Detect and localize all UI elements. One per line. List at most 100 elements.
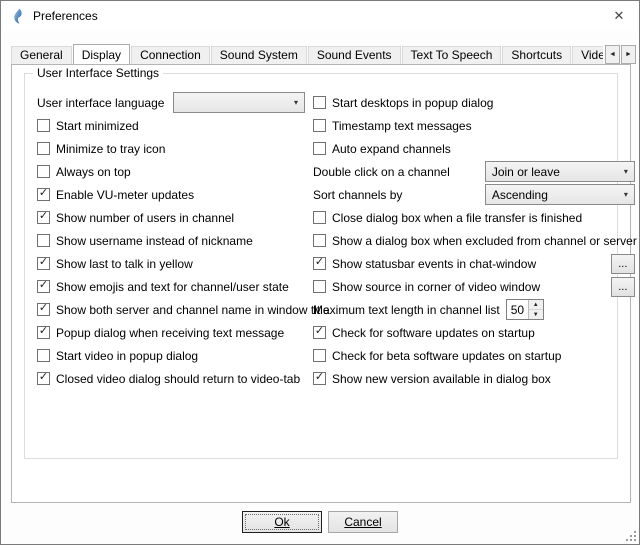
check-icon: ✓ <box>39 326 48 337</box>
check-icon: ✓ <box>315 257 324 268</box>
timestamp-text-messages-label: Timestamp text messages <box>332 119 472 133</box>
tab-scroll-right-icon[interactable]: ► <box>621 45 636 64</box>
window-title: Preferences <box>33 9 98 23</box>
check-for-beta-software-updates-on-startup-row: Check for beta software updates on start… <box>313 344 637 367</box>
show-last-to-talk-in-yellow-checkbox[interactable]: ✓ <box>37 257 50 270</box>
enable-vu-meter-updates-checkbox[interactable]: ✓ <box>37 188 50 201</box>
show-a-dialog-box-when-excluded-from-channel-or-server-label: Show a dialog box when excluded from cha… <box>332 234 637 248</box>
maximum-text-length-in-channel-list-row: Maximum text length in channel list50▲▼ <box>313 298 637 321</box>
tab-sound-system[interactable]: Sound System <box>211 46 307 64</box>
spin-up-icon[interactable]: ▲ <box>529 300 543 310</box>
tab-sound-events[interactable]: Sound Events <box>308 46 401 64</box>
always-on-top-checkbox[interactable] <box>37 165 50 178</box>
display-tab-panel: User Interface Settings User interface l… <box>11 64 631 503</box>
resize-grip[interactable] <box>624 529 637 542</box>
show-source-in-corner-of-video-window-label: Show source in corner of video window <box>332 280 540 294</box>
chevron-down-icon: ▾ <box>619 167 628 176</box>
check-for-software-updates-on-startup-checkbox[interactable]: ✓ <box>313 326 326 339</box>
double-click-on-a-channel-row: Double click on a channel Join or leave▾ <box>313 160 637 183</box>
close-icon[interactable]: ✕ <box>599 1 639 31</box>
start-desktops-in-popup-dialog-label: Start desktops in popup dialog <box>332 96 493 110</box>
show-source-in-corner-of-video-window-more-button[interactable]: ... <box>611 277 635 297</box>
tab-general[interactable]: General <box>11 46 72 64</box>
check-icon: ✓ <box>39 303 48 314</box>
show-source-in-corner-of-video-window-checkbox[interactable] <box>313 280 326 293</box>
double-click-on-a-channel-label: Double click on a channel <box>313 165 450 179</box>
check-icon: ✓ <box>39 257 48 268</box>
user-interface-language-label: User interface language <box>37 96 164 110</box>
always-on-top-label: Always on top <box>56 165 131 179</box>
auto-expand-channels-label: Auto expand channels <box>332 142 451 156</box>
show-username-instead-of-nickname-row: Show username instead of nickname <box>37 229 305 252</box>
check-for-software-updates-on-startup-row: ✓Check for software updates on startup <box>313 321 637 344</box>
popup-dialog-when-receiving-text-message-label: Popup dialog when receiving text message <box>56 326 284 340</box>
tab-text-to-speech[interactable]: Text To Speech <box>402 46 502 64</box>
show-emojis-and-text-for-channel-user-state-checkbox[interactable]: ✓ <box>37 280 50 293</box>
tab-bar: GeneralDisplayConnectionSound SystemSoun… <box>11 44 603 64</box>
cancel-button-label: Cancel <box>344 515 381 529</box>
show-statusbar-events-in-chat-window-more-button[interactable]: ... <box>611 254 635 274</box>
show-number-of-users-in-channel-row: ✓ Show number of users in channel <box>37 206 305 229</box>
check-icon: ✓ <box>315 326 324 337</box>
show-both-server-and-channel-name-in-window-title-checkbox[interactable]: ✓ <box>37 303 50 316</box>
sort-channels-by-combobox[interactable]: Ascending▾ <box>485 184 635 205</box>
check-for-beta-software-updates-on-startup-label: Check for beta software updates on start… <box>332 349 561 363</box>
user-interface-settings-group: User Interface Settings User interface l… <box>24 73 618 459</box>
show-a-dialog-box-when-excluded-from-channel-or-server-row: Show a dialog box when excluded from cha… <box>313 229 637 252</box>
popup-dialog-when-receiving-text-message-checkbox[interactable]: ✓ <box>37 326 50 339</box>
show-both-server-and-channel-name-in-window-title-row: ✓Show both server and channel name in wi… <box>37 298 305 321</box>
minimize-to-tray-icon-checkbox[interactable] <box>37 142 50 155</box>
tab-display[interactable]: Display <box>73 44 130 64</box>
start-video-in-popup-dialog-label: Start video in popup dialog <box>56 349 198 363</box>
show-last-to-talk-in-yellow-label: Show last to talk in yellow <box>56 257 193 271</box>
tab-shortcuts[interactable]: Shortcuts <box>502 46 571 64</box>
show-a-dialog-box-when-excluded-from-channel-or-server-checkbox[interactable] <box>313 234 326 247</box>
start-video-in-popup-dialog-checkbox[interactable] <box>37 349 50 362</box>
maximum-text-length-in-channel-list-spinner[interactable]: 50▲▼ <box>506 299 544 320</box>
combo-selected-value: Ascending <box>492 188 548 202</box>
close-dialog-box-when-a-file-transfer-is-finished-row: Close dialog box when a file transfer is… <box>313 206 637 229</box>
spinner-buttons: ▲▼ <box>528 300 543 319</box>
timestamp-text-messages-checkbox[interactable] <box>313 119 326 132</box>
show-new-version-available-in-dialog-box-checkbox[interactable]: ✓ <box>313 372 326 385</box>
cancel-button[interactable]: Cancel <box>328 511 398 533</box>
tab-connection[interactable]: Connection <box>131 46 210 64</box>
show-number-of-users-in-channel-label: Show number of users in channel <box>56 211 234 225</box>
start-desktops-in-popup-dialog-row: Start desktops in popup dialog <box>313 91 637 114</box>
closed-video-dialog-should-return-to-video-tab-checkbox[interactable]: ✓ <box>37 372 50 385</box>
tab-video[interactable]: Video <box>572 46 603 64</box>
check-for-beta-software-updates-on-startup-checkbox[interactable] <box>313 349 326 362</box>
start-minimized-checkbox[interactable] <box>37 119 50 132</box>
double-click-on-a-channel-combobox[interactable]: Join or leave▾ <box>485 161 635 182</box>
preferences-window: Preferences ✕ GeneralDisplayConnectionSo… <box>0 0 640 545</box>
minimize-to-tray-icon-label: Minimize to tray icon <box>56 142 165 156</box>
show-emojis-and-text-for-channel-user-state-label: Show emojis and text for channel/user st… <box>56 280 289 294</box>
spin-down-icon[interactable]: ▼ <box>529 310 543 319</box>
auto-expand-channels-checkbox[interactable] <box>313 142 326 155</box>
right-column: Start desktops in popup dialog Timestamp … <box>313 91 637 390</box>
show-number-of-users-in-channel-checkbox[interactable]: ✓ <box>37 211 50 224</box>
start-minimized-label: Start minimized <box>56 119 139 133</box>
start-desktops-in-popup-dialog-checkbox[interactable] <box>313 96 326 109</box>
show-statusbar-events-in-chat-window-label: Show statusbar events in chat-window <box>332 257 536 271</box>
timestamp-text-messages-row: Timestamp text messages <box>313 114 637 137</box>
show-username-instead-of-nickname-label: Show username instead of nickname <box>56 234 253 248</box>
ok-button-label: Ok <box>274 515 289 529</box>
start-minimized-row: Start minimized <box>37 114 305 137</box>
check-icon: ✓ <box>39 372 48 383</box>
show-both-server-and-channel-name-in-window-title-label: Show both server and channel name in win… <box>56 303 330 317</box>
tab-scroll-left-icon[interactable]: ◄ <box>605 45 620 64</box>
enable-vu-meter-updates-label: Enable VU-meter updates <box>56 188 194 202</box>
ok-button[interactable]: Ok <box>242 511 322 533</box>
enable-vu-meter-updates-row: ✓ Enable VU-meter updates <box>37 183 305 206</box>
chevron-down-icon: ▾ <box>289 98 298 107</box>
close-dialog-box-when-a-file-transfer-is-finished-checkbox[interactable] <box>313 211 326 224</box>
show-username-instead-of-nickname-checkbox[interactable] <box>37 234 50 247</box>
check-icon: ✓ <box>315 372 324 383</box>
dialog-buttons: Ok Cancel <box>1 511 639 533</box>
user-interface-language-row: User interface language ▾ <box>37 91 305 114</box>
title-bar[interactable]: Preferences ✕ <box>1 1 639 31</box>
show-statusbar-events-in-chat-window-checkbox[interactable]: ✓ <box>313 257 326 270</box>
user-interface-language-combobox[interactable]: ▾ <box>173 92 305 113</box>
show-source-in-corner-of-video-window-row: Show source in corner of video window... <box>313 275 637 298</box>
